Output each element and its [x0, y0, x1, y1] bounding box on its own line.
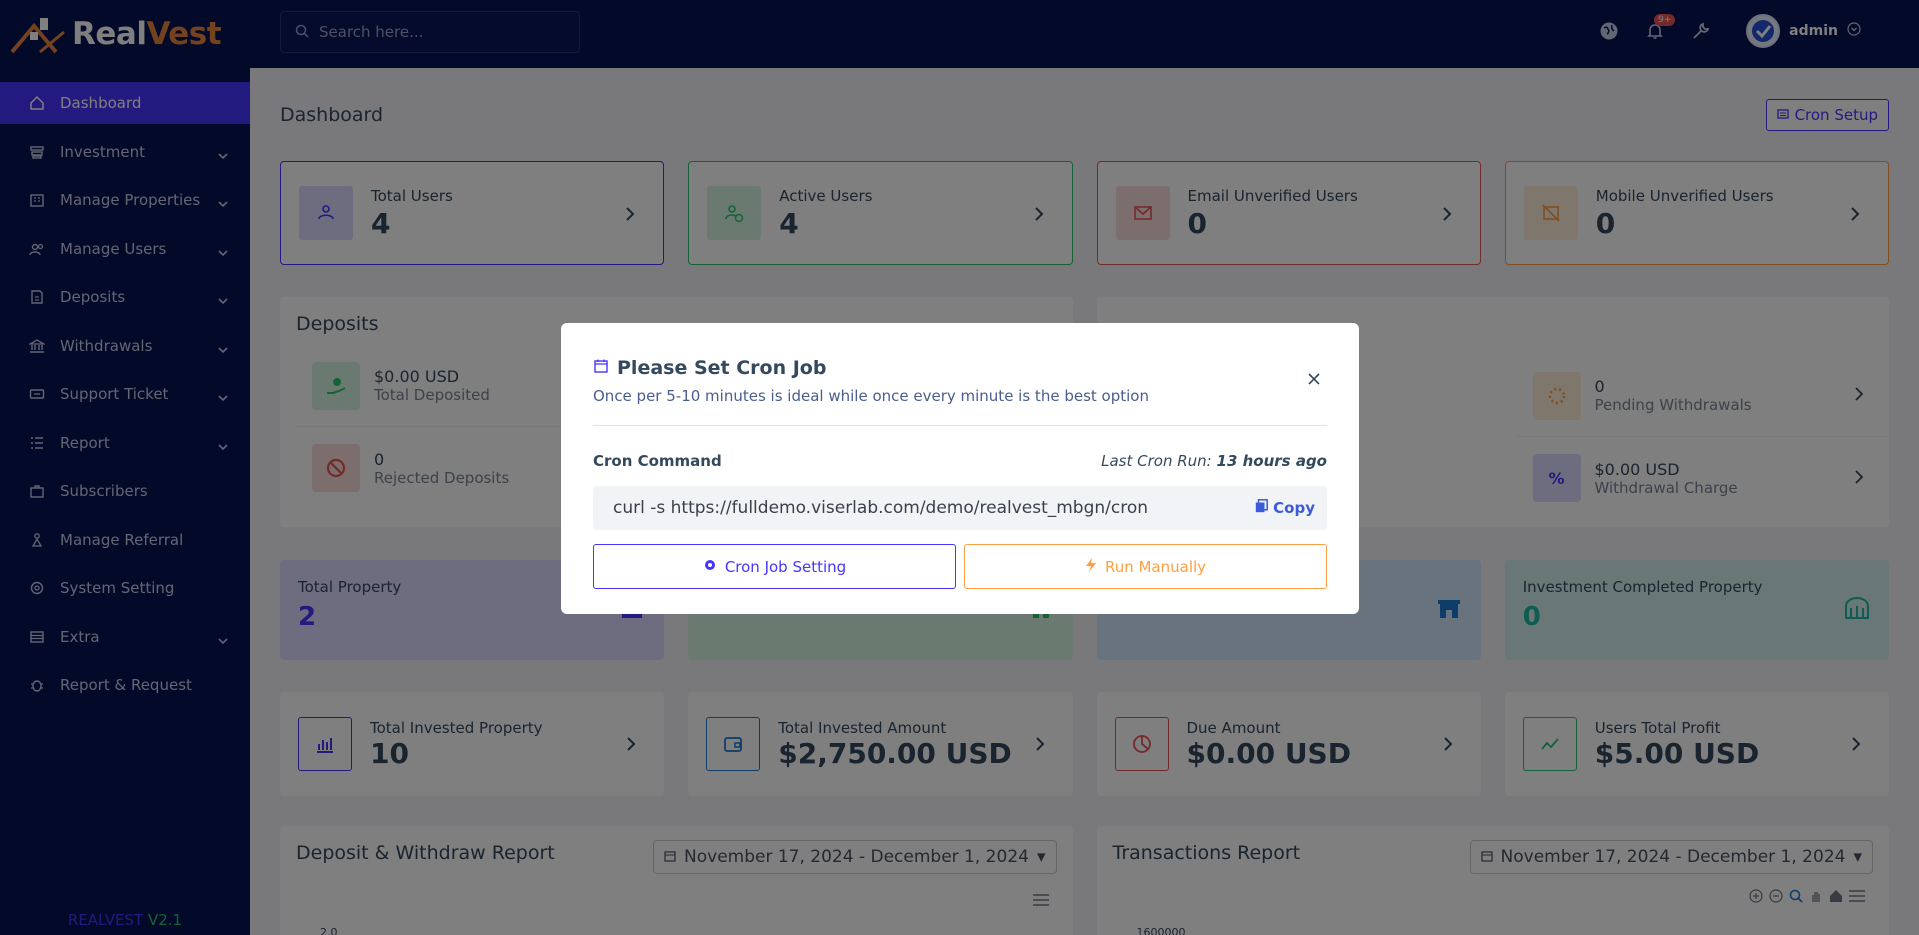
modal-title: Please Set Cron Job: [617, 357, 827, 379]
close-icon[interactable]: [1307, 371, 1321, 385]
copy-icon: [1255, 499, 1269, 517]
button-label: Cron Job Setting: [724, 557, 847, 576]
gear-icon: [703, 558, 717, 576]
cron-command-label: Cron Command: [593, 452, 722, 470]
cron-job-setting-button[interactable]: Cron Job Setting: [593, 544, 956, 589]
copy-button[interactable]: Copy: [1255, 499, 1315, 517]
last-run-label: Last Cron Run:: [1101, 452, 1212, 470]
cron-info-row: Cron Command Last Cron Run: 13 hours ago: [593, 452, 1327, 470]
bolt-icon: [1085, 557, 1097, 576]
copy-label: Copy: [1273, 499, 1315, 517]
cron-command-text[interactable]: curl -s https://fulldemo.viserlab.com/de…: [613, 498, 1148, 518]
last-run-value: 13 hours ago: [1216, 452, 1327, 470]
cron-modal: Please Set Cron Job Once per 5-10 minute…: [561, 323, 1359, 614]
button-label: Run Manually: [1104, 557, 1207, 576]
divider: [593, 425, 1327, 426]
modal-subtitle: Once per 5-10 minutes is ideal while onc…: [593, 387, 1149, 405]
calendar-icon: [593, 358, 609, 378]
last-cron-run: Last Cron Run: 13 hours ago: [1101, 452, 1327, 470]
modal-header: Please Set Cron Job: [593, 357, 1327, 379]
modal-actions: Cron Job Setting Run Manually: [593, 544, 1327, 589]
cron-command-box: curl -s https://fulldemo.viserlab.com/de…: [593, 486, 1327, 530]
run-manually-button[interactable]: Run Manually: [964, 544, 1327, 589]
